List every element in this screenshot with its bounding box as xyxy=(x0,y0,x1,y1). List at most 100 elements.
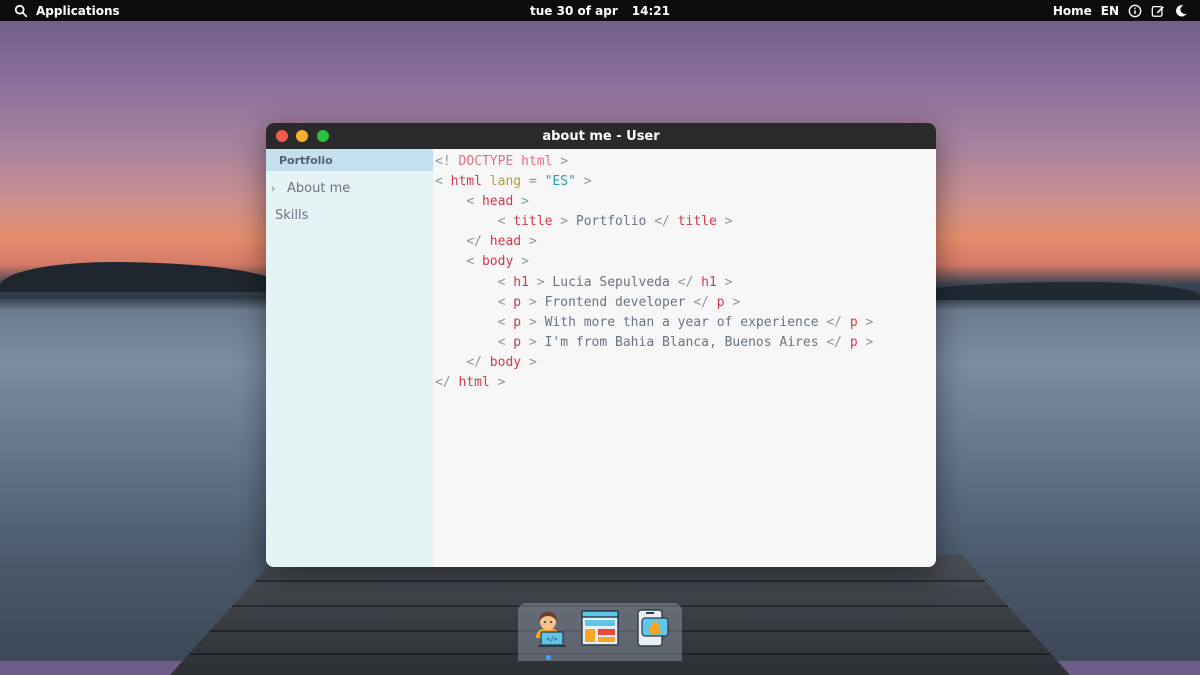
code-line: </ html > xyxy=(435,373,936,393)
code-token: > xyxy=(724,214,733,230)
code-token: html xyxy=(458,375,490,391)
code-line: < head > xyxy=(435,192,936,212)
active-app-indicator xyxy=(546,655,551,660)
code-token: > xyxy=(528,234,537,250)
code-line: </ head > xyxy=(435,232,936,252)
code-token: > xyxy=(865,314,874,330)
code-token: > xyxy=(497,375,506,391)
code-token: </ xyxy=(677,274,694,290)
code-token: body xyxy=(489,354,522,370)
dock-app-layout[interactable] xyxy=(579,606,621,650)
code-token: </ xyxy=(826,314,843,330)
code-token: < xyxy=(466,194,475,210)
code-token: I'm from Bahia Blanca, Buenos Aires xyxy=(544,334,819,350)
code-token: </ xyxy=(466,234,482,250)
code-token: "ES" xyxy=(544,174,576,190)
code-line: < h1 > Lucia Sepulveda </ h1 > xyxy=(435,273,936,293)
file-explorer-sidebar: Portfolio › About me Skills xyxy=(266,149,433,567)
code-token: < xyxy=(497,314,506,330)
code-token: < xyxy=(497,274,506,290)
shoreline-left xyxy=(0,262,280,292)
code-token: > xyxy=(560,154,569,169)
sidebar-item-about-me[interactable]: › About me xyxy=(266,177,433,199)
sidebar-item-label: Skills xyxy=(275,207,309,223)
dock-app-notifications[interactable] xyxy=(631,606,673,650)
code-token: < xyxy=(497,294,506,310)
code-token: </ xyxy=(654,214,670,230)
code-token: > xyxy=(865,334,874,350)
browser-layout-icon xyxy=(581,610,619,646)
sidebar-item-skills[interactable]: Skills xyxy=(266,204,433,226)
window-title: about me - User xyxy=(542,128,660,144)
code-token: < xyxy=(497,334,506,350)
svg-text:</>: </> xyxy=(547,636,558,643)
code-line: < p > I'm from Bahia Blanca, Buenos Aire… xyxy=(435,333,936,353)
code-token: Lucia Sepulveda xyxy=(552,274,670,290)
edit-note-icon[interactable] xyxy=(1151,4,1165,18)
code-line: < body > xyxy=(435,252,936,272)
code-token: head xyxy=(481,194,514,210)
code-editor[interactable]: <! DOCTYPE html > < html lang = "ES" > <… xyxy=(433,149,936,567)
window-titlebar[interactable]: about me - User xyxy=(266,123,936,149)
code-token: < xyxy=(497,214,506,230)
code-token: title xyxy=(677,214,717,230)
code-line: < title > Portfolio </ title > xyxy=(435,212,936,232)
date-label[interactable]: tue 30 of apr xyxy=(530,4,618,18)
info-icon[interactable] xyxy=(1128,4,1142,18)
code-line: </ body > xyxy=(435,353,936,373)
code-token: lang xyxy=(489,174,522,190)
code-token: < xyxy=(435,174,443,190)
code-token: > xyxy=(732,294,741,310)
code-token: </ xyxy=(826,334,843,350)
code-token: > xyxy=(528,294,537,310)
code-token: > xyxy=(536,274,545,290)
sidebar-item-label: About me xyxy=(287,180,351,196)
code-token: > xyxy=(528,334,537,350)
dock-app-portfolio[interactable]: </> xyxy=(527,606,569,650)
code-token: h1 xyxy=(513,274,529,290)
code-token: h1 xyxy=(701,274,717,290)
language-indicator[interactable]: EN xyxy=(1101,4,1119,18)
code-token: p xyxy=(513,314,522,330)
code-token: p xyxy=(513,294,522,310)
code-token: > xyxy=(583,174,592,190)
code-token: </ xyxy=(693,294,709,310)
code-token: </ xyxy=(466,354,482,370)
time-label[interactable]: 14:21 xyxy=(632,4,670,18)
code-token: p xyxy=(513,334,522,350)
code-token: </ xyxy=(435,375,451,391)
code-token: title xyxy=(513,214,553,230)
code-line: < p > Frontend developer </ p > xyxy=(435,293,936,313)
code-token: p xyxy=(849,334,858,350)
home-link[interactable]: Home xyxy=(1053,4,1092,18)
editor-window: about me - User Portfolio › About me Ski… xyxy=(266,123,936,567)
code-token: With more than a year of experience xyxy=(544,314,819,330)
code-token: > xyxy=(521,194,529,210)
code-token: <! xyxy=(435,154,451,169)
code-token: > xyxy=(521,254,529,270)
code-line: <! DOCTYPE html > xyxy=(435,152,936,172)
code-token: > xyxy=(528,314,537,330)
dock: </> xyxy=(518,603,682,661)
moon-icon[interactable] xyxy=(1174,4,1188,18)
top-bar: Applications tue 30 of apr 14:21 Home EN xyxy=(0,0,1200,21)
code-line: < html lang = "ES" > xyxy=(435,172,936,192)
code-token: p xyxy=(849,314,858,330)
code-token: p xyxy=(716,294,725,310)
code-token: head xyxy=(489,234,522,250)
notification-phone-icon xyxy=(637,609,669,647)
developer-avatar-icon: </> xyxy=(536,612,566,647)
code-token: > xyxy=(724,274,733,290)
chevron-right-icon[interactable]: › xyxy=(271,182,287,195)
code-line: < p > With more than a year of experienc… xyxy=(435,313,936,333)
code-token: > xyxy=(528,354,537,370)
code-token: DOCTYPE html xyxy=(458,154,553,169)
code-token: < xyxy=(466,254,475,270)
sidebar-header[interactable]: Portfolio xyxy=(266,149,433,171)
code-token: = xyxy=(528,174,537,190)
code-token: Frontend developer xyxy=(544,294,686,310)
code-token: > xyxy=(560,214,569,230)
code-token: Portfolio xyxy=(575,214,647,230)
code-token: body xyxy=(481,254,514,270)
shoreline-right xyxy=(900,282,1200,300)
